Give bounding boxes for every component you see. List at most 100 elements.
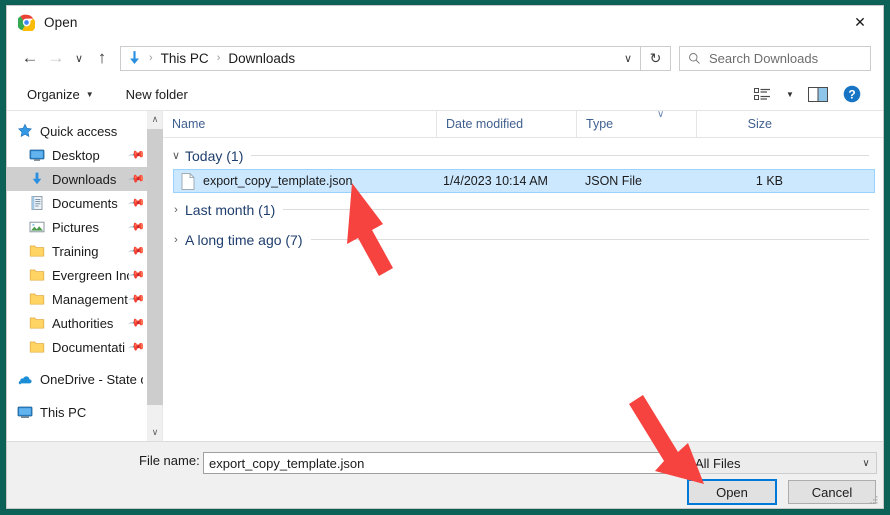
column-header-date-modified[interactable]: Date modified [436, 111, 576, 137]
file-date-cell: 1/4/2023 10:14 AM [443, 174, 548, 188]
sidebar-item-label: Downloads [52, 171, 117, 187]
file-size-cell: 1 KB [755, 174, 783, 188]
open-button-label: Open [716, 484, 748, 500]
downloads-icon [32, 172, 42, 185]
organize-label: Organize [27, 86, 80, 102]
search-input[interactable]: Search Downloads [679, 45, 871, 71]
address-bar[interactable]: › This PC › Downloads ∨ [120, 45, 641, 71]
group-label: Last month (1) [185, 201, 276, 218]
breadcrumb-separator: › [149, 52, 153, 64]
chrome-icon [18, 14, 35, 31]
group-label: Today (1) [185, 147, 244, 164]
thispc-icon [17, 406, 33, 418]
cancel-button[interactable]: Cancel [788, 480, 876, 504]
preview-pane-icon [808, 86, 828, 102]
refresh-button[interactable]: ↻ [641, 45, 671, 71]
sidebar-item-onedrive[interactable]: OneDrive - State o [7, 367, 147, 391]
group-header-today[interactable]: ∨ Today (1) [163, 142, 883, 169]
folder-icon [29, 245, 45, 257]
file-type-cell: JSON File [585, 174, 642, 188]
file-name-label: File name: [139, 453, 200, 468]
chevron-up-icon: ∧ [151, 114, 159, 124]
sidebar-item-evergreen-inc[interactable]: Evergreen Inc 📌 [7, 263, 147, 287]
folder-icon [29, 317, 45, 329]
scrollbar-thumb[interactable] [147, 129, 163, 405]
back-button[interactable]: ← [17, 43, 43, 73]
group-label: A long time ago (7) [185, 231, 303, 248]
new-folder-button[interactable]: New folder [118, 84, 196, 105]
group-divider [310, 239, 869, 240]
sidebar-item-this-pc[interactable]: This PC [7, 400, 147, 424]
close-button[interactable]: ✕ [837, 6, 883, 37]
svg-text:?: ? [848, 87, 855, 101]
column-headers: Name Date modified Type Size ∨ [163, 111, 883, 138]
group-header-a-long-time-ago[interactable]: › A long time ago (7) [163, 226, 883, 253]
up-one-level-button[interactable]: ↑ [89, 43, 115, 73]
pin-icon: 📌 [127, 217, 146, 236]
pin-icon: 📌 [127, 313, 146, 332]
folder-icon [29, 269, 45, 281]
file-type-filter-select[interactable]: All Files ∨ [688, 452, 877, 474]
group-divider [251, 155, 869, 156]
file-name-cell: export_copy_template.json [203, 174, 353, 188]
chevron-down-icon[interactable]: ∨ [662, 458, 680, 469]
chevron-right-icon: › [174, 203, 178, 216]
preview-pane-button[interactable] [801, 81, 835, 107]
resize-grip-icon[interactable] [868, 494, 880, 506]
sidebar-item-documents[interactable]: Documents 📌 [7, 191, 147, 215]
group-header-last-month[interactable]: › Last month (1) [163, 196, 883, 223]
breadcrumb-this-pc[interactable]: This PC [159, 51, 211, 66]
breadcrumb-downloads[interactable]: Downloads [226, 51, 297, 66]
back-arrow-icon: ← [21, 48, 39, 67]
navigation-pane-scrollbar[interactable]: ∧ ∨ [147, 111, 163, 441]
open-button[interactable]: Open [687, 479, 777, 505]
view-dropdown-button[interactable]: ▼ [779, 81, 801, 107]
onedrive-icon [18, 376, 32, 385]
address-dropdown-button[interactable]: ∨ [616, 47, 640, 70]
recent-locations-button[interactable]: ∨ [69, 43, 89, 73]
new-folder-label: New folder [125, 86, 188, 102]
column-header-size[interactable]: Size [696, 111, 782, 137]
scroll-down-button[interactable]: ∨ [147, 424, 163, 441]
column-header-name[interactable]: Name [163, 111, 436, 137]
forward-arrow-icon: → [47, 48, 65, 67]
organize-button[interactable]: Organize ▼ [19, 84, 102, 105]
help-button[interactable]: ? [835, 81, 869, 107]
forward-button: → [43, 43, 69, 73]
sidebar-item-management[interactable]: Management 📌 [7, 287, 147, 311]
pin-icon: 📌 [127, 193, 146, 212]
pictures-icon [29, 221, 45, 233]
scroll-up-button[interactable]: ∧ [147, 111, 163, 128]
sidebar-item-quick-access[interactable]: Quick access [7, 119, 147, 143]
sidebar-item-downloads[interactable]: Downloads 📌 [7, 167, 147, 191]
sidebar-item-label: Management [52, 291, 128, 307]
file-name-input[interactable]: export_copy_template.json ∨ [203, 452, 681, 474]
close-icon: ✕ [854, 13, 866, 30]
search-placeholder: Search Downloads [709, 50, 819, 66]
sidebar-item-documentation[interactable]: Documentati 📌 [7, 335, 147, 359]
sidebar-item-label: Evergreen Inc [52, 267, 130, 283]
view-options-icon [753, 87, 770, 100]
sidebar-item-label: Pictures [52, 219, 99, 235]
view-options-button[interactable] [745, 81, 779, 107]
star-icon [18, 123, 32, 137]
pin-icon: 📌 [127, 241, 146, 260]
sidebar-item-authorities[interactable]: Authorities 📌 [7, 311, 147, 335]
sidebar-item-desktop[interactable]: Desktop 📌 [7, 143, 147, 167]
sidebar-item-label: Documentati [52, 339, 125, 355]
folder-icon [29, 341, 45, 353]
documents-icon [31, 195, 43, 210]
group-divider [283, 209, 869, 210]
sidebar-item-label: This PC [40, 404, 87, 420]
sidebar-item-label: Authorities [52, 315, 114, 331]
sidebar-item-training[interactable]: Training 📌 [7, 239, 147, 263]
column-header-type[interactable]: Type [576, 111, 696, 137]
chevron-right-icon: › [174, 233, 178, 246]
sidebar-item-pictures[interactable]: Pictures 📌 [7, 215, 147, 239]
table-row[interactable]: export_copy_template.json 1/4/2023 10:14… [173, 169, 875, 193]
sidebar-item-label: OneDrive - State o [40, 371, 143, 387]
open-file-dialog: Open ✕ ← → ∨ ↑ › This PC › Downloads ∨ ↻… [6, 5, 884, 509]
file-type-filter-value: All Files [695, 455, 741, 471]
cancel-button-label: Cancel [811, 484, 853, 500]
chevron-down-icon: ∨ [74, 52, 84, 65]
